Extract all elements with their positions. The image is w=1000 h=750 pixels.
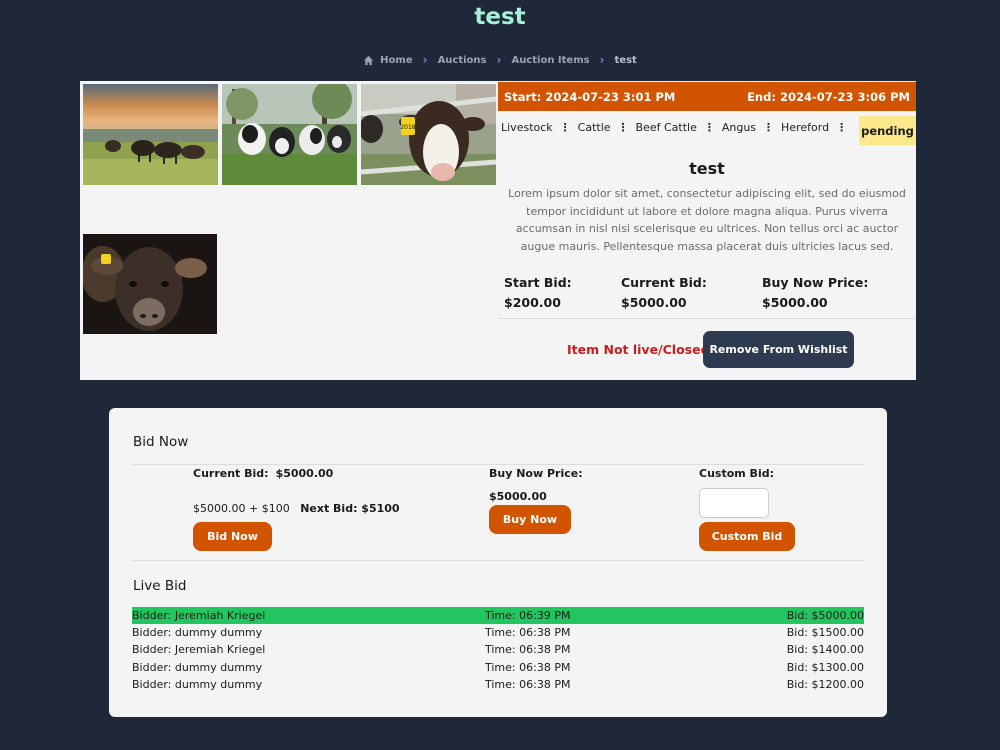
gallery-image-1[interactable] — [83, 84, 218, 185]
bid-time: Time: 06:39 PM — [485, 609, 571, 622]
current-bid-info: Current Bid: $5000.00 — [193, 467, 333, 480]
current-bid-value: $5000.00 — [621, 295, 687, 310]
bid-time: Time: 06:38 PM — [485, 643, 571, 656]
current-bid-value: $5000.00 — [275, 467, 334, 480]
item-details: Start: 2024-07-23 3:01 PM End: 2024-07-2… — [498, 81, 916, 380]
chevron-right-icon: › — [599, 53, 605, 67]
live-bid-row: Bidder: Jeremiah Kriegel Time: 06:39 PM … — [132, 607, 864, 624]
category-cattle[interactable]: Cattle — [578, 121, 611, 134]
separator-dots-icon: ⋮ — [559, 121, 571, 134]
live-bid-row: Bidder: dummy dummy Time: 06:38 PM Bid: … — [132, 676, 864, 693]
breadcrumb: Home › Auctions › Auction Items › test — [0, 53, 1000, 67]
bid-time: Time: 06:38 PM — [485, 678, 571, 691]
chevron-right-icon: › — [422, 53, 428, 67]
gallery-image-3[interactable]: 2018 — [361, 84, 496, 185]
chevron-right-icon: › — [496, 53, 502, 67]
breadcrumb-current: test — [614, 54, 637, 66]
bid-amount: Bid: $1500.00 — [786, 626, 864, 639]
buy-now-price-label: Buy Now Price: — [489, 467, 583, 480]
auction-start-time: Start: 2024-07-23 3:01 PM — [504, 89, 676, 104]
item-title: test — [689, 159, 725, 178]
buy-now-button[interactable]: Buy Now — [489, 505, 571, 534]
bid-time: Time: 06:38 PM — [485, 661, 571, 674]
custom-bid-label: Custom Bid: — [699, 467, 774, 480]
bidder-name: Bidder: dummy dummy — [132, 626, 263, 639]
custom-bid-input[interactable] — [699, 488, 769, 518]
buy-now-price-label: Buy Now Price: — [762, 275, 869, 290]
page-title: test — [474, 4, 526, 30]
remove-from-wishlist-button[interactable]: Remove From Wishlist — [703, 331, 854, 368]
status-badge: pending — [859, 116, 916, 145]
svg-text:2018: 2018 — [400, 124, 415, 131]
bid-panel: Bid Now Current Bid: $5000.00 $5000.00 +… — [109, 408, 887, 717]
next-bid-info: $5000.00 + $100 Next Bid: $5100 — [193, 502, 400, 515]
image-gallery: 2018 — [80, 81, 498, 380]
auction-item-card: 2018 Start: 2024-07-23 3:01 PM End: 2024… — [80, 81, 916, 380]
auction-date-bar: Start: 2024-07-23 3:01 PM End: 2024-07-2… — [498, 82, 916, 111]
separator-dots-icon: ⋮ — [617, 121, 629, 134]
bid-increment: $5000.00 + $100 — [193, 502, 290, 515]
bidder-name: Bidder: dummy dummy — [132, 678, 263, 691]
gallery-image-4[interactable] — [83, 234, 217, 334]
home-icon — [364, 55, 374, 65]
bid-now-heading: Bid Now — [133, 434, 189, 450]
breadcrumb-home-label: Home — [380, 54, 413, 66]
bidder-name: Bidder: Jeremiah Kriegel — [132, 643, 266, 656]
divider — [133, 560, 864, 561]
breadcrumb-home[interactable]: Home — [363, 54, 413, 66]
separator-dots-icon: ⋮ — [763, 121, 775, 134]
current-bid-label: Current Bid: — [193, 467, 269, 480]
bid-now-button[interactable]: Bid Now — [193, 522, 272, 551]
separator-dots-icon: ⋮ — [703, 121, 715, 134]
category-list: Livestock ⋮ Cattle ⋮ Beef Cattle ⋮ Angus… — [501, 121, 854, 134]
next-bid-amount: Next Bid: $5100 — [300, 502, 400, 515]
bid-amount: Bid: $1200.00 — [786, 678, 864, 691]
divider — [133, 464, 864, 465]
live-bid-row: Bidder: dummy dummy Time: 06:38 PM Bid: … — [132, 624, 864, 641]
gallery-image-2[interactable] — [222, 84, 357, 185]
bid-amount: Bid: $5000.00 — [786, 609, 864, 622]
buy-now-price-value: $5000.00 — [489, 490, 547, 503]
category-beef-cattle[interactable]: Beef Cattle — [636, 121, 697, 134]
live-bid-row: Bidder: Jeremiah Kriegel Time: 06:38 PM … — [132, 641, 864, 658]
divider — [498, 318, 916, 319]
bid-amount: Bid: $1400.00 — [786, 643, 864, 656]
item-live-status: Item Not live/Closed — [567, 342, 710, 357]
item-description: Lorem ipsum dolor sit amet, consectetur … — [508, 187, 906, 253]
bidder-name: Bidder: Jeremiah Kriegel — [132, 609, 266, 622]
category-angus[interactable]: Angus — [722, 121, 756, 134]
bidder-name: Bidder: dummy dummy — [132, 661, 263, 674]
bid-time: Time: 06:38 PM — [485, 626, 571, 639]
start-bid-label: Start Bid: — [504, 275, 572, 290]
separator-dots-icon: ⋮ — [836, 121, 848, 134]
category-hereford[interactable]: Hereford — [781, 121, 829, 134]
start-bid-value: $200.00 — [504, 295, 561, 310]
breadcrumb-auction-items[interactable]: Auction Items — [511, 55, 589, 66]
live-bid-row: Bidder: dummy dummy Time: 06:38 PM Bid: … — [132, 659, 864, 676]
current-bid-label: Current Bid: — [621, 275, 707, 290]
bid-amount: Bid: $1300.00 — [786, 661, 864, 674]
breadcrumb-auctions[interactable]: Auctions — [438, 55, 487, 66]
buy-now-price-value: $5000.00 — [762, 295, 828, 310]
custom-bid-button[interactable]: Custom Bid — [699, 522, 795, 551]
live-bid-heading: Live Bid — [133, 578, 187, 594]
category-livestock[interactable]: Livestock — [501, 121, 553, 134]
auction-end-time: End: 2024-07-23 3:06 PM — [747, 89, 910, 104]
